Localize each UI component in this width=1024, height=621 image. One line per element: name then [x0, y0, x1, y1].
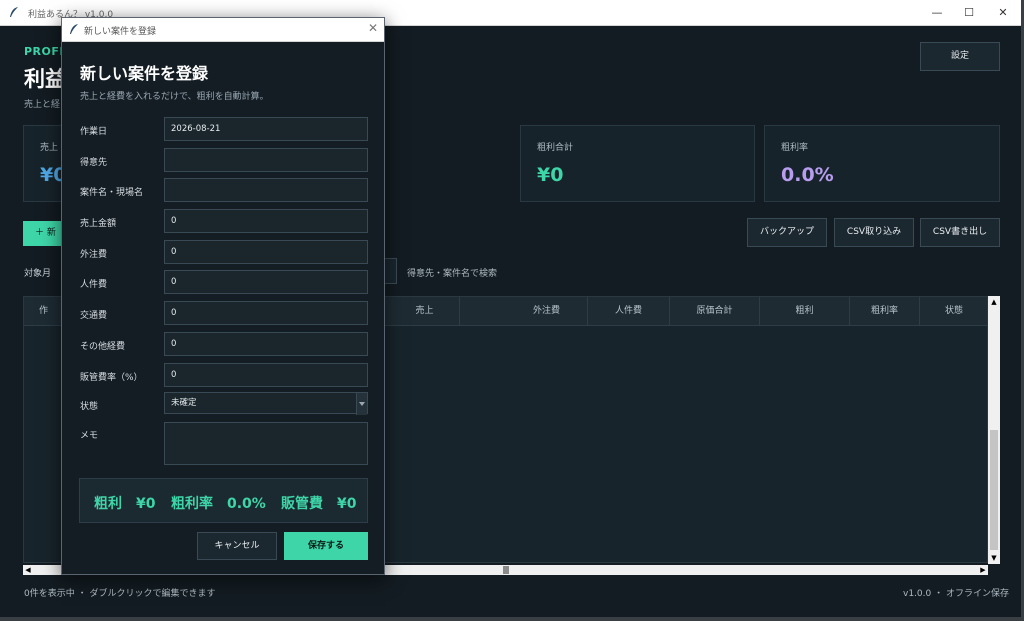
transport-input[interactable]: 0	[164, 301, 368, 325]
dialog-titlebar: 新しい案件を登録 ✕	[62, 18, 384, 42]
footer-status: 0件を表示中 ・ ダブルクリックで編集できます	[24, 589, 216, 599]
memo-label: メモ	[80, 431, 99, 441]
col-labor[interactable]: 人件費	[588, 297, 670, 325]
gross-profit-card: 粗利合計 ¥0	[520, 125, 755, 202]
work-date-input[interactable]: 2026-08-21	[164, 117, 368, 141]
project-name-label: 案件名・現場名	[80, 188, 144, 198]
backup-button[interactable]: バックアップ	[747, 218, 827, 247]
col-outsourcing[interactable]: 外注費	[506, 297, 588, 325]
scroll-right-icon[interactable]: ▶	[978, 565, 988, 575]
sales-amount-label: 売上金額	[80, 219, 117, 229]
close-button[interactable]: ✕	[986, 0, 1020, 25]
search-input[interactable]	[385, 258, 397, 284]
client-label: 得意先	[80, 158, 108, 168]
client-input[interactable]	[164, 148, 368, 172]
sales-card-label: 売上	[40, 143, 59, 153]
status-label: 状態	[80, 402, 99, 412]
gross-margin-card: 粗利率 0.0%	[764, 125, 1000, 202]
month-label: 対象月	[24, 269, 52, 279]
chevron-down-icon[interactable]	[356, 393, 367, 415]
horizontal-scroll-thumb[interactable]	[503, 566, 509, 574]
gross-margin-card-label: 粗利率	[781, 143, 809, 153]
other-expense-label: その他経費	[80, 342, 126, 352]
col-date[interactable]: 作	[24, 297, 64, 325]
summary-sga: 販管費 ¥0	[281, 496, 357, 512]
transport-label: 交通費	[80, 311, 108, 321]
outsourcing-label: 外注費	[80, 250, 108, 260]
search-hint: 得意先・案件名で検索	[407, 269, 498, 279]
dialog-heading: 新しい案件を登録	[80, 64, 209, 83]
vertical-scrollbar[interactable]: ▲ ▼	[988, 296, 1000, 564]
scroll-left-icon[interactable]: ◀	[23, 565, 33, 575]
csv-export-button[interactable]: CSV書き出し	[920, 218, 1000, 247]
col-status[interactable]: 状態	[920, 297, 987, 325]
sga-rate-label: 販管費率（%）	[80, 373, 143, 383]
summary-gross-margin: 粗利率 0.0%	[171, 496, 266, 512]
col-sales[interactable]: 売上	[390, 297, 460, 325]
minimize-button[interactable]: —	[920, 0, 954, 25]
sga-rate-input[interactable]: 0	[164, 363, 368, 387]
status-select-value: 未確定	[171, 398, 197, 408]
status-select[interactable]: 未確定	[164, 392, 368, 415]
dialog-close-icon[interactable]: ✕	[368, 21, 378, 35]
maximize-button[interactable]: ☐	[952, 0, 986, 25]
col-cost-total[interactable]: 原価合計	[670, 297, 760, 325]
vertical-scroll-thumb[interactable]	[990, 430, 998, 550]
app-subtitle: 売上と経	[24, 100, 61, 110]
other-expense-input[interactable]: 0	[164, 332, 368, 356]
settings-button[interactable]: 設定	[920, 42, 1000, 71]
labor-label: 人件費	[80, 280, 108, 290]
outsourcing-input[interactable]: 0	[164, 240, 368, 264]
project-name-input[interactable]	[164, 178, 368, 202]
gross-profit-card-label: 粗利合計	[537, 143, 574, 153]
col-gross-profit[interactable]: 粗利	[760, 297, 850, 325]
work-date-label: 作業日	[80, 127, 108, 137]
cancel-button[interactable]: キャンセル	[197, 532, 277, 560]
sales-amount-input[interactable]: 0	[164, 209, 368, 233]
scroll-down-icon[interactable]: ▼	[988, 552, 1000, 564]
footer-version: v1.0.0 ・ オフライン保存	[903, 589, 1009, 599]
scroll-up-icon[interactable]: ▲	[988, 296, 1000, 308]
col-gross-margin[interactable]: 粗利率	[850, 297, 920, 325]
gross-margin-card-value: 0.0%	[781, 164, 834, 186]
labor-input[interactable]: 0	[164, 270, 368, 294]
dialog-description: 売上と経費を入れるだけで、粗利を自動計算。	[80, 92, 269, 102]
new-project-dialog: 新しい案件を登録 ✕ 新しい案件を登録 売上と経費を入れるだけで、粗利を自動計算…	[61, 17, 385, 575]
csv-import-button[interactable]: CSV取り込み	[834, 218, 914, 247]
summary-gross-profit: 粗利 ¥0	[94, 496, 156, 512]
dialog-window-title: 新しい案件を登録	[84, 27, 157, 37]
app-title: 利益	[24, 67, 66, 91]
save-button[interactable]: 保存する	[284, 532, 368, 560]
gross-profit-card-value: ¥0	[537, 164, 564, 186]
calculation-summary: 粗利 ¥0 粗利率 0.0% 販管費 ¥0	[79, 478, 368, 523]
memo-textarea[interactable]	[164, 422, 368, 465]
feather-app-icon	[70, 24, 78, 34]
feather-app-icon	[10, 7, 18, 17]
